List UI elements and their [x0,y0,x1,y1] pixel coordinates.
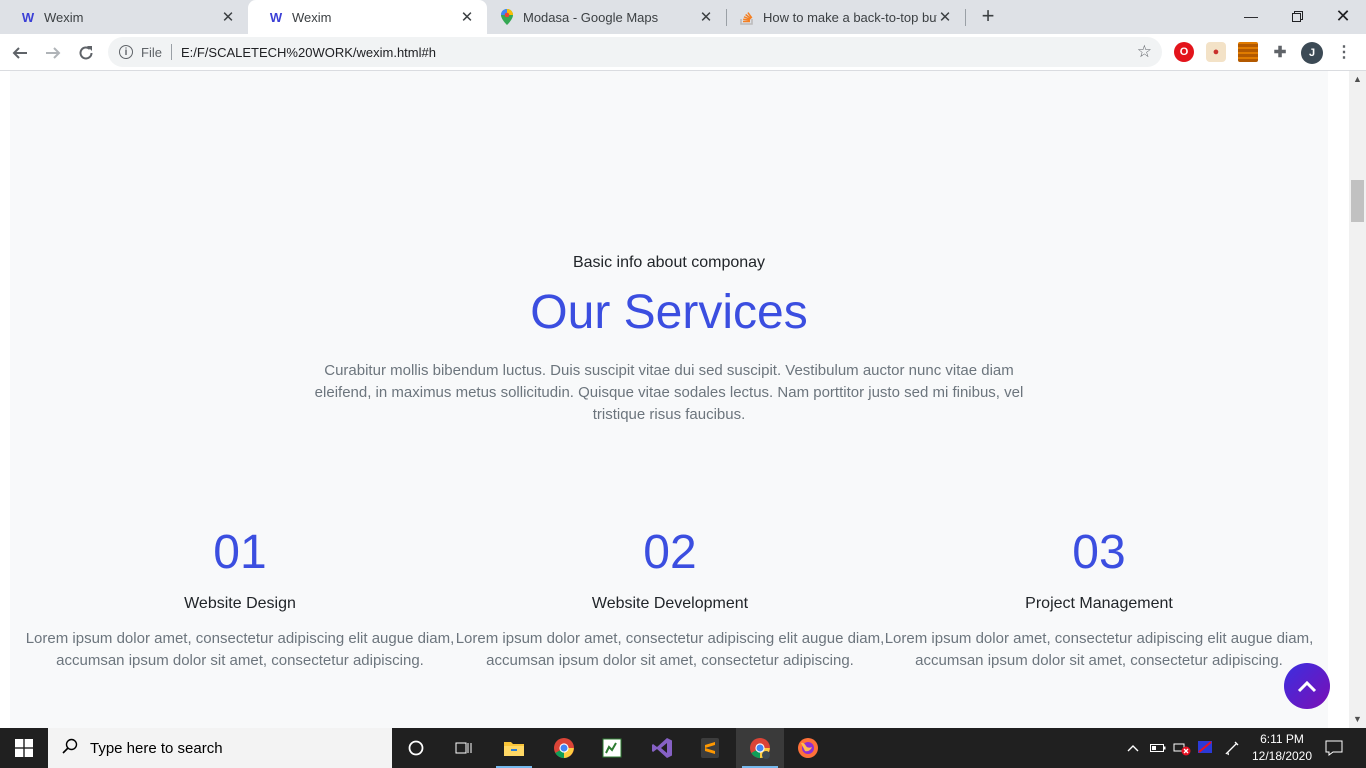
windows-logo-icon [15,739,33,757]
spreadsheet-app-icon[interactable] [588,728,636,768]
extensions-puzzle-icon[interactable]: ✚ [1270,42,1290,62]
url-text[interactable]: E:/F/SCALETECH%20WORK/wexim.html#h [181,45,436,60]
network-disconnected-icon[interactable] [1172,728,1192,768]
close-tab-icon[interactable]: ✕ [698,9,714,26]
tab-strip: W Wexim ✕ W Wexim ✕ Modasa - Google Maps… [0,0,1366,34]
browser-toolbar: i File E:/F/SCALETECH%20WORK/wexim.html#… [0,34,1366,71]
cookie-extension-icon[interactable]: ● [1206,42,1226,62]
close-tab-icon[interactable]: ✕ [937,9,953,26]
more-menu-icon[interactable]: ⋮ [1334,42,1354,62]
tab-google-maps[interactable]: Modasa - Google Maps ✕ [487,0,726,34]
tab-title: Wexim [44,9,84,25]
close-tab-icon[interactable]: ✕ [220,9,236,26]
service-number: 03 [1072,526,1126,579]
bookmark-star-icon[interactable]: ☆ [1137,42,1152,62]
file-explorer-icon[interactable] [490,728,538,768]
opera-extension-icon[interactable]: O [1174,42,1194,62]
google-maps-pin-icon [499,9,515,25]
service-name: Website Development [591,595,749,612]
visual-studio-icon[interactable] [638,728,686,768]
tab-title: Modasa - Google Maps [523,9,659,25]
service-description: Lorem ipsum dolor amet, consectetur adip… [455,630,885,669]
service-name: Project Management [1025,595,1173,612]
search-icon [62,738,78,759]
restore-window-icon[interactable] [1274,0,1320,32]
taskbar-search[interactable]: Type here to search [48,728,392,768]
service-name: Website Design [184,595,296,612]
chrome-active-icon[interactable] [736,728,784,768]
tab-title: Wexim [292,9,332,25]
chevron-up-icon [1297,680,1317,693]
battery-icon[interactable] [1148,728,1168,768]
stack-overflow-icon [739,9,755,25]
new-tab-button[interactable]: + [976,5,1000,29]
chrome-icon[interactable] [540,728,588,768]
brick-extension-icon[interactable] [1238,42,1258,62]
close-window-icon[interactable]: ✕ [1320,0,1366,32]
forward-arrow-icon[interactable] [39,39,67,67]
scroll-up-arrow-icon[interactable]: ▲ [1349,71,1366,88]
tab-wexim-2[interactable]: W Wexim ✕ [248,0,487,34]
volume-muted-icon[interactable] [1196,728,1216,768]
page-scrollbar[interactable]: ▲ ▼ [1349,71,1366,728]
service-number: 02 [643,526,697,579]
show-hidden-icons-chevron-icon[interactable] [1124,728,1142,768]
scheme-label: File [141,44,162,60]
service-card-2: 02 Website Development Lorem ipsum dolor… [455,523,885,672]
omnibox-divider [170,44,172,60]
tab-wexim-1[interactable]: W Wexim ✕ [0,0,248,34]
back-arrow-icon[interactable] [6,39,34,67]
service-number: 01 [213,526,267,579]
cortana-icon[interactable] [392,728,440,768]
windows-start-button[interactable] [0,728,48,768]
scrollbar-thumb[interactable] [1351,180,1364,222]
address-bar[interactable]: i File E:/F/SCALETECH%20WORK/wexim.html#… [108,37,1162,67]
service-card-1: 01 Website Design Lorem ipsum dolor amet… [25,523,455,672]
wexim-logo-icon: W [269,9,283,25]
clock-date: 12/18/2020 [1251,749,1313,763]
clock-time: 6:11 PM [1260,732,1304,746]
section-heading: Our Services [530,286,808,339]
task-view-icon[interactable] [440,728,488,768]
section-subtitle: Basic info about componay [572,254,766,271]
windows-taskbar: Type here to search 6:11 PM 12/18/2020 [0,728,1366,768]
minimize-icon[interactable]: — [1228,0,1274,32]
section-description: Curabitur mollis bibendum luctus. Duis s… [314,362,1024,423]
search-placeholder: Type here to search [90,739,223,757]
tab-separator [965,9,966,26]
profile-avatar[interactable]: J [1301,42,1323,64]
sublime-text-icon[interactable] [686,728,734,768]
reload-icon[interactable] [72,39,100,67]
close-tab-icon[interactable]: ✕ [459,9,475,26]
firefox-icon[interactable] [784,728,832,768]
pen-workspace-icon[interactable] [1222,728,1242,768]
services-section: Basic info about componay Our Services C… [10,71,1328,728]
tab-title: How to make a back-to-top butt [763,9,937,25]
service-description: Lorem ipsum dolor amet, consectetur adip… [884,630,1314,669]
tab-stack-overflow[interactable]: How to make a back-to-top butt ✕ [727,0,965,34]
page-viewport: Basic info about componay Our Services C… [0,71,1366,728]
site-info-icon[interactable]: i [119,45,133,59]
scroll-down-arrow-icon[interactable]: ▼ [1349,711,1366,728]
notifications-icon[interactable] [1320,728,1348,768]
wexim-logo-icon: W [21,9,35,25]
service-card-3: 03 Project Management Lorem ipsum dolor … [884,523,1314,672]
service-description: Lorem ipsum dolor amet, consectetur adip… [25,630,455,669]
back-to-top-button[interactable] [1284,663,1330,709]
system-clock[interactable]: 6:11 PM 12/18/2020 [1242,731,1322,765]
